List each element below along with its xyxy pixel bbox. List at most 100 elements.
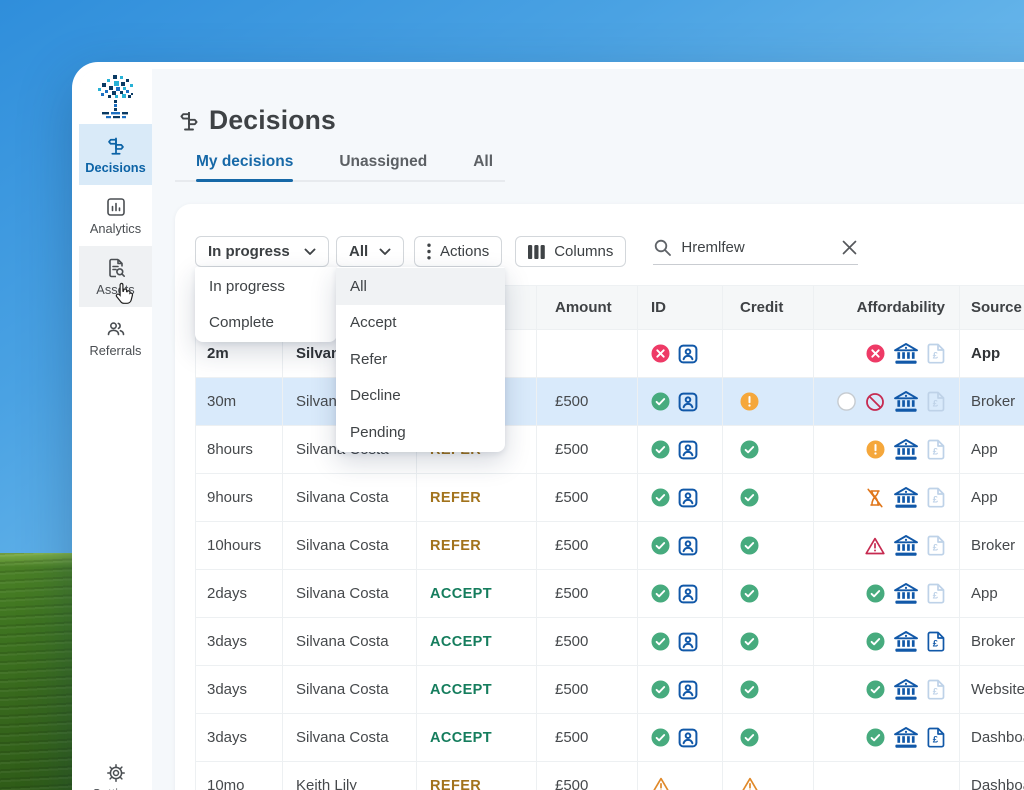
bank-icon[interactable]	[894, 534, 918, 557]
cell-amount: £500	[537, 378, 638, 425]
cell-amount: £500	[537, 570, 638, 617]
cell-affordability: £	[814, 378, 960, 425]
actions-button[interactable]: Actions	[414, 236, 503, 267]
bank-icon[interactable]	[894, 726, 918, 749]
sidebar-item-decisions[interactable]: Decisions	[79, 124, 152, 185]
sidebar-item-label: Decisions	[85, 159, 146, 175]
menu-item-decline[interactable]: Decline	[336, 378, 505, 415]
chevron-down-icon	[304, 248, 316, 256]
cell-amount: £500	[537, 426, 638, 473]
column-header-amount[interactable]: Amount	[537, 286, 638, 329]
sidebar-item-settings[interactable]: Settings	[79, 751, 152, 790]
decision-filter-dropdown[interactable]: All	[336, 236, 404, 267]
sidebar-item-referrals[interactable]: Referrals	[79, 307, 152, 368]
sidebar-item-assets[interactable]: Assets	[79, 246, 152, 307]
search-icon	[653, 238, 672, 257]
menu-item-pending[interactable]: Pending	[336, 414, 505, 451]
idcard-icon[interactable]	[677, 343, 699, 365]
cell-amount: £500	[537, 666, 638, 713]
idcard-icon[interactable]	[677, 439, 699, 461]
table-row[interactable]: 3days Silvana Costa ACCEPT £500 £ Website	[196, 666, 1024, 714]
idcard-icon[interactable]	[677, 679, 699, 701]
sidebar-item-label: Referrals	[89, 342, 142, 358]
doc-pale-icon[interactable]: £	[927, 535, 945, 556]
cell-source: App	[971, 441, 998, 458]
menu-item-in-progress[interactable]: In progress	[195, 268, 337, 305]
menu-item-all[interactable]: All	[336, 268, 505, 305]
cell-status: ACCEPT	[417, 714, 537, 761]
bank-icon[interactable]	[894, 438, 918, 461]
bank-icon[interactable]	[894, 678, 918, 701]
bank-icon[interactable]	[894, 342, 918, 365]
doc-pale-icon[interactable]: £	[927, 439, 945, 460]
bank-icon[interactable]	[894, 630, 918, 653]
columns-button[interactable]: Columns	[515, 236, 627, 267]
sidebar-item-analytics[interactable]: Analytics	[79, 185, 152, 246]
idcard-icon[interactable]	[677, 391, 699, 413]
cell-affordability: £	[814, 474, 960, 521]
cell-affordability	[814, 762, 960, 790]
doc-pale-icon[interactable]: £	[927, 343, 945, 364]
bank-icon[interactable]	[894, 390, 918, 413]
check-badge	[740, 440, 759, 459]
menu-item-complete[interactable]: Complete	[195, 305, 337, 342]
status-filter-menu: In progress Complete	[195, 267, 337, 342]
idcard-icon[interactable]	[677, 583, 699, 605]
table-row[interactable]: 8hoursSilvana CostaREFER£500£App	[196, 426, 1024, 474]
cell-name: Keith Lily	[283, 762, 417, 790]
table-row[interactable]: 9hours Silvana Costa REFER £500 £ App	[196, 474, 1024, 522]
search-input[interactable]	[681, 239, 822, 256]
cell-age: 10hours	[196, 522, 283, 569]
cell-name: Silvana Costa	[283, 570, 417, 617]
column-header-credit[interactable]: Credit	[723, 286, 814, 329]
column-header-affordability[interactable]: Affordability	[814, 286, 960, 329]
app-surface: Decisions Analytics Assets Referrals Set…	[79, 69, 1024, 790]
cell-status: ACCEPT	[417, 666, 537, 713]
cell-name: Silvana Costa	[283, 522, 417, 569]
gear-icon	[106, 763, 126, 783]
cell-credit	[723, 666, 814, 713]
cell-name: Silvana Costa	[283, 618, 417, 665]
cell-amount: £500	[537, 714, 638, 761]
table-row[interactable]: 30mSilvana Costa£500£Broker	[196, 378, 1024, 426]
doc-pale-icon[interactable]: £	[927, 583, 945, 604]
sidebar-item-label: Settings	[92, 786, 138, 790]
idcard-icon[interactable]	[677, 727, 699, 749]
bank-icon[interactable]	[894, 486, 918, 509]
menu-item-accept[interactable]: Accept	[336, 305, 505, 342]
table-row[interactable]: 10moKeith LilyREFER£500 Dashboard	[196, 762, 1024, 790]
idcard-icon[interactable]	[677, 487, 699, 509]
tab-unassigned[interactable]: Unassigned	[339, 153, 427, 180]
table-row[interactable]: 2days Silvana Costa ACCEPT £500 £ App	[196, 570, 1024, 618]
doc-blue-icon[interactable]: £	[927, 727, 945, 748]
cell-source: Dashboard	[971, 777, 1024, 790]
idcard-icon[interactable]	[677, 631, 699, 653]
doc-blue-icon[interactable]: £	[927, 631, 945, 652]
warning-triangle-orange-icon	[740, 777, 760, 790]
bank-icon[interactable]	[894, 582, 918, 605]
doc-pale-icon[interactable]: £	[927, 487, 945, 508]
tab-my-decisions[interactable]: My decisions	[196, 153, 294, 182]
doc-pale-icon[interactable]: £	[927, 679, 945, 700]
doc-pale-icon[interactable]: £	[927, 391, 945, 412]
cell-age: 10mo	[196, 762, 283, 790]
menu-item-refer[interactable]: Refer	[336, 341, 505, 378]
app-logo[interactable]	[79, 69, 152, 124]
table-row[interactable]: 10hours Silvana Costa REFER £500 £ Broker	[196, 522, 1024, 570]
column-header-id[interactable]: ID	[638, 286, 723, 329]
check-badge	[651, 632, 670, 651]
cell-source: Broker	[971, 537, 1016, 554]
table-row[interactable]: 3days Silvana Costa ACCEPT £500 £ Broker	[196, 618, 1024, 666]
cross-badge	[866, 344, 885, 363]
idcard-icon[interactable]	[677, 535, 699, 557]
column-header-source[interactable]: Source	[960, 286, 1024, 329]
tab-all[interactable]: All	[473, 153, 493, 180]
cell-name: Silvana Costa	[283, 474, 417, 521]
cell-amount	[537, 330, 638, 377]
search-clear-icon[interactable]	[841, 239, 858, 256]
cell-id	[638, 330, 723, 377]
svg-text:£: £	[933, 399, 939, 410]
status-filter-dropdown[interactable]: In progress	[195, 236, 329, 267]
table-row[interactable]: 3daysSilvana CostaACCEPT£500 £ Dashboard	[196, 714, 1024, 762]
toolbar: In progress All Actions Columns	[195, 236, 859, 267]
